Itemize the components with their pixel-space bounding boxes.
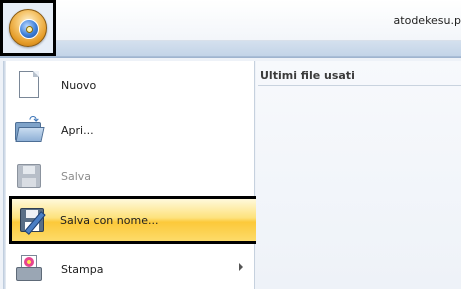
recent-files-pane: Ultimi file usati (256, 61, 461, 289)
print-icon (13, 253, 45, 285)
menu-item-open[interactable]: ↷ Apri... (9, 108, 253, 152)
window-title: atodekesu.p (393, 14, 461, 27)
save-disk-icon (13, 160, 45, 192)
recent-files-title: Ultimi file usati (260, 69, 355, 82)
recent-files-separator (258, 85, 461, 86)
application-button-highlight (0, 0, 56, 56)
open-folder-icon: ↷ (13, 114, 45, 146)
app-orb-icon (19, 19, 39, 39)
menu-item-label: Salva con nome... (60, 213, 159, 227)
menu-item-print[interactable]: Stampa (9, 247, 253, 289)
submenu-arrow-icon (239, 263, 243, 271)
ribbon-strip (0, 41, 461, 57)
menu-item-save[interactable]: Salva (9, 154, 253, 198)
menu-item-label: Nuovo (61, 78, 97, 92)
application-menu: Nuovo ↷ Apri... Salva Salva con nome... … (0, 57, 461, 289)
title-bar: atodekesu.p (0, 0, 461, 41)
menu-item-label: Stampa (61, 262, 104, 276)
menu-item-label: Salva (61, 169, 92, 183)
menu-item-label: Apri... (61, 123, 94, 137)
menu-item-new[interactable]: Nuovo (9, 63, 253, 107)
app-orb-center (26, 26, 33, 33)
menu-item-save-as[interactable]: Salva con nome... (9, 196, 263, 244)
save-as-icon (16, 204, 48, 236)
application-button[interactable] (9, 9, 47, 47)
command-pane: Nuovo ↷ Apri... Salva Salva con nome... … (3, 61, 263, 289)
new-document-icon (13, 69, 45, 101)
